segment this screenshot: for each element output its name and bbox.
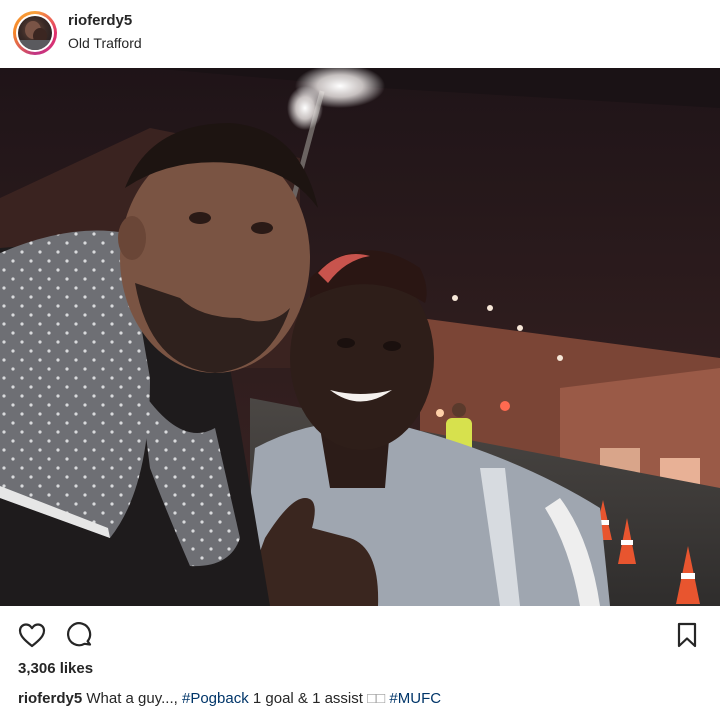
heart-icon[interactable]: [17, 620, 47, 650]
hashtag-link[interactable]: #MUFC: [389, 690, 441, 707]
comment-icon[interactable]: [64, 620, 94, 650]
caption-text-2: 1 goal & 1 assist: [252, 690, 363, 707]
caption-username[interactable]: rioferdy5: [18, 690, 82, 707]
post-location[interactable]: Old Trafford: [68, 35, 142, 51]
caption-emoji: □□: [367, 690, 386, 707]
post-photo[interactable]: [0, 68, 720, 606]
caption-text-1: What a guy...,: [86, 690, 178, 707]
bookmark-icon[interactable]: [672, 620, 702, 650]
hashtag-link[interactable]: #Pogback: [182, 690, 249, 707]
likes-count[interactable]: 3,306 likes: [18, 660, 93, 677]
post-username[interactable]: rioferdy5: [68, 12, 132, 29]
avatar[interactable]: [13, 11, 57, 55]
photo-image: [0, 68, 720, 606]
post-header: rioferdy5 Old Trafford: [0, 0, 720, 68]
post-actions-bar: [0, 606, 720, 658]
post-caption: rioferdy5 What a guy..., #Pogback 1 goal…: [18, 690, 441, 707]
